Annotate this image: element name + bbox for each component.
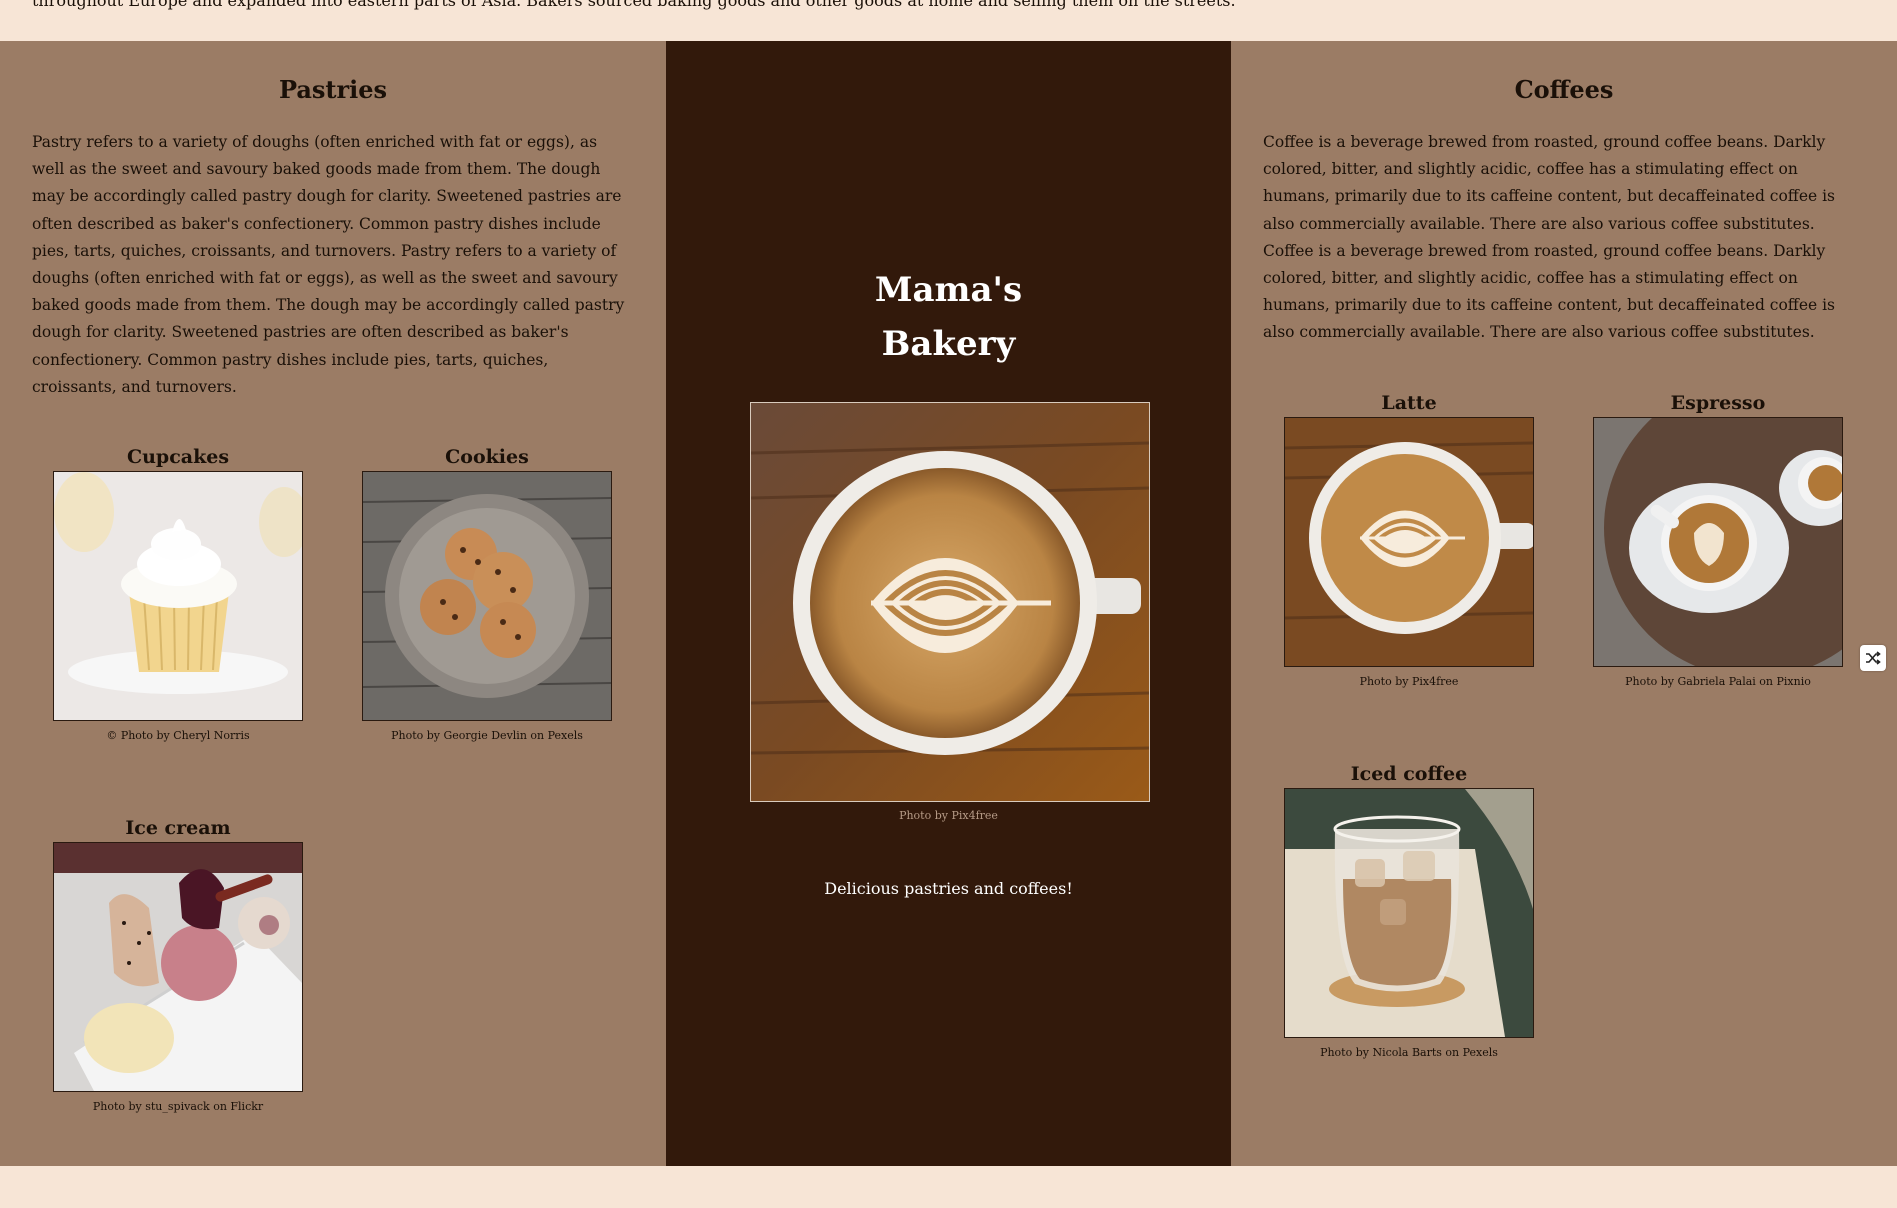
ice-cream-photo bbox=[53, 842, 303, 1092]
site-title: Mama's Bakery bbox=[666, 263, 1231, 371]
item-title: Ice cream bbox=[125, 817, 231, 839]
coffees-section: Coffees Coffee is a beverage brewed from… bbox=[1231, 41, 1897, 1166]
pastries-description: Pastry refers to a variety of doughs (of… bbox=[32, 133, 625, 396]
coffees-title: Coffees bbox=[1514, 75, 1614, 104]
pastry-item-cookies: Cookies Photo by Georgie Devlin on Pexel… bbox=[361, 443, 613, 742]
espresso-photo bbox=[1593, 417, 1843, 667]
item-title: Latte bbox=[1381, 392, 1437, 414]
photo-credit: Photo by Georgie Devlin on Pexels bbox=[391, 729, 583, 742]
pastries-title: Pastries bbox=[278, 75, 388, 104]
item-title: Cupcakes bbox=[126, 446, 230, 468]
coffee-item-latte: Latte Photo by Pix4free bbox=[1283, 389, 1535, 688]
photo-credit: Photo by Nicola Barts on Pexels bbox=[1320, 1046, 1498, 1059]
shuffle-icon bbox=[1865, 650, 1881, 666]
item-title: Iced coffee bbox=[1350, 763, 1468, 785]
pastry-item-cupcakes: Cupcakes © Photo by Cheryl Norris bbox=[52, 443, 304, 742]
cookies-photo bbox=[362, 471, 612, 721]
site-title-line1: Mama's bbox=[874, 270, 1023, 310]
cupcake-photo bbox=[53, 471, 303, 721]
photo-credit: Photo by Gabriela Palai on Pixnio bbox=[1625, 675, 1811, 688]
site-title-line2: Bakery bbox=[881, 324, 1016, 364]
photo-credit: Photo by stu_spivack on Flickr bbox=[92, 1100, 264, 1113]
hero-photo-credit: Photo by Pix4free bbox=[899, 809, 998, 822]
item-title: Cookies bbox=[445, 446, 529, 468]
pastries-section: Pastries Pastry refers to a variety of d… bbox=[0, 41, 666, 1166]
shuffle-button[interactable] bbox=[1860, 645, 1886, 671]
coffee-item-iced-coffee: Iced coffee Photo by Nicola Barts on Pex… bbox=[1283, 760, 1535, 1059]
item-title: Espresso bbox=[1670, 392, 1766, 414]
iced-coffee-photo bbox=[1284, 788, 1534, 1038]
latte-photo bbox=[1284, 417, 1534, 667]
pastry-item-ice-cream: Ice cream Photo by stu_spivack on Flickr bbox=[52, 814, 304, 1113]
hero-section: Mama's Bakery Photo by Pix4free Deliciou… bbox=[666, 41, 1231, 1166]
intro-text: throughout Europe and expanded into east… bbox=[32, 0, 1236, 10]
coffee-item-espresso: Espresso Photo by Gabriela Palai on Pixn… bbox=[1592, 389, 1844, 688]
main-columns: Pastries Pastry refers to a variety of d… bbox=[0, 41, 1897, 1166]
hero-latte-photo bbox=[750, 402, 1150, 802]
photo-credit: Photo by Pix4free bbox=[1359, 675, 1459, 688]
coffees-description: Coffee is a beverage brewed from roasted… bbox=[1263, 133, 1836, 342]
tagline: Delicious pastries and coffees! bbox=[824, 879, 1073, 898]
photo-credit: © Photo by Cheryl Norris bbox=[106, 729, 250, 742]
